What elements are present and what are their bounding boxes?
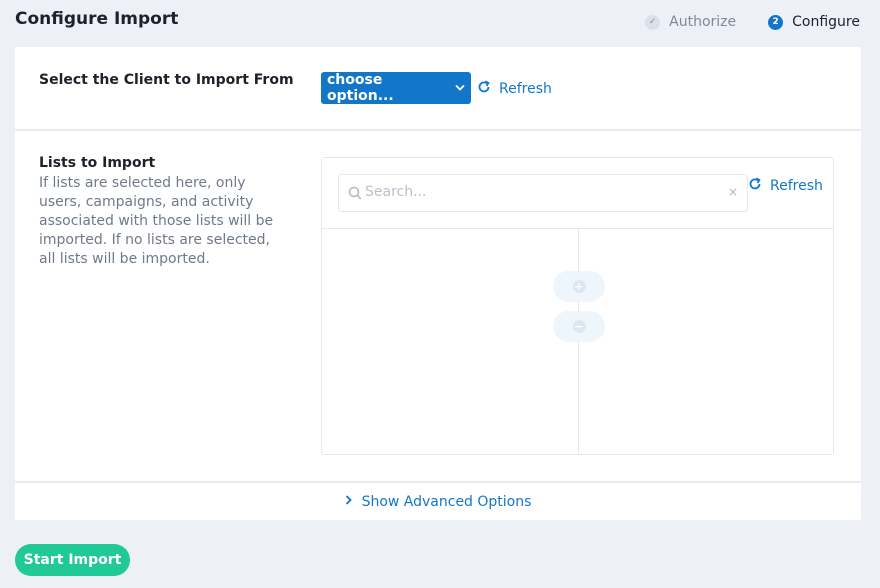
client-select-button[interactable]: choose option... — [321, 72, 471, 104]
add-list-button[interactable]: + — [553, 271, 605, 302]
advanced-options-label: Show Advanced Options — [361, 493, 532, 510]
list-search-input[interactable] — [365, 184, 715, 200]
lists-refresh-label: Refresh — [770, 178, 823, 194]
lists-section-description: If lists are selected here, only users, … — [39, 175, 274, 267]
search-icon — [348, 185, 362, 204]
step-authorize[interactable]: ✓ Authorize — [645, 14, 736, 30]
chevron-right-icon — [345, 495, 352, 508]
client-refresh-label: Refresh — [499, 81, 552, 97]
refresh-icon — [748, 177, 762, 195]
lists-section-label: Lists to Import — [39, 155, 156, 171]
show-advanced-options-link[interactable]: Show Advanced Options — [15, 483, 861, 520]
remove-list-button[interactable]: − — [553, 311, 605, 342]
client-refresh-button[interactable]: Refresh — [477, 80, 552, 98]
client-section-label: Select the Client to Import From — [39, 72, 294, 88]
step-authorize-label: Authorize — [669, 14, 737, 30]
step-check-icon: ✓ — [645, 14, 661, 30]
minus-icon: − — [572, 320, 586, 333]
import-config-card: Select the Client to Import From choose … — [15, 47, 861, 520]
lists-refresh-button[interactable]: Refresh — [748, 177, 823, 195]
wizard-steps: ✓ Authorize 2 Configure — [645, 14, 860, 30]
step-configure[interactable]: 2 Configure — [768, 14, 860, 30]
step-number-badge: 2 — [768, 14, 784, 30]
list-search-box[interactable]: × — [338, 174, 748, 212]
client-section: Select the Client to Import From choose … — [15, 47, 861, 131]
page-title: Configure Import — [15, 9, 179, 29]
start-import-button[interactable]: Start Import — [15, 544, 130, 576]
client-select-label: choose option... — [327, 72, 394, 104]
chevron-down-icon — [455, 83, 465, 94]
list-picker: × Refresh + − — [321, 157, 834, 455]
refresh-icon — [477, 80, 491, 98]
lists-section: Lists to Import If lists are selected he… — [15, 131, 861, 483]
plus-icon: + — [572, 280, 586, 293]
clear-search-icon[interactable]: × — [728, 185, 738, 199]
step-configure-label: Configure — [792, 14, 860, 30]
